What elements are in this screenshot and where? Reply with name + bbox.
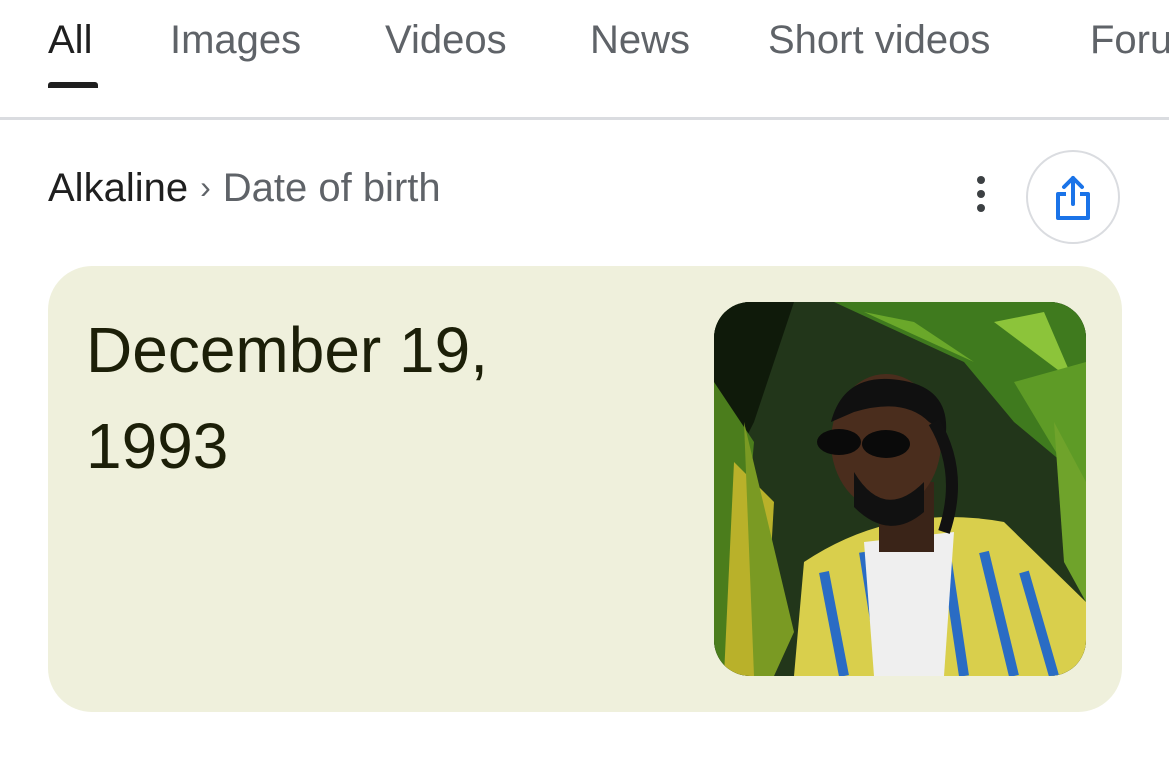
active-tab-indicator	[48, 82, 98, 88]
search-tabs: All Images Videos News Short videos Foru	[0, 0, 1169, 120]
tab-news[interactable]: News	[590, 18, 690, 63]
breadcrumb-attribute: Date of birth	[222, 166, 441, 210]
share-button[interactable]	[1026, 150, 1120, 244]
person-photo[interactable]	[714, 302, 1086, 676]
tab-videos[interactable]: Videos	[385, 18, 507, 63]
birth-date-line-2: 1993	[86, 410, 229, 482]
breadcrumb: Alkaline › Date of birth	[48, 166, 441, 211]
tab-all[interactable]: All	[48, 18, 92, 63]
birth-date: December 19, 1993	[86, 302, 606, 494]
tab-forums[interactable]: Foru	[1090, 18, 1169, 63]
tab-images[interactable]: Images	[170, 18, 301, 63]
share-icon	[1056, 176, 1090, 220]
breadcrumb-separator: ›	[200, 169, 211, 205]
tab-short-videos[interactable]: Short videos	[768, 18, 990, 63]
answer-card: December 19, 1993	[48, 266, 1122, 712]
person-photo-illustration	[714, 302, 1086, 676]
birth-date-line-1: December 19,	[86, 314, 488, 386]
more-vert-icon[interactable]	[960, 170, 1002, 218]
breadcrumb-entity[interactable]: Alkaline	[48, 166, 188, 210]
